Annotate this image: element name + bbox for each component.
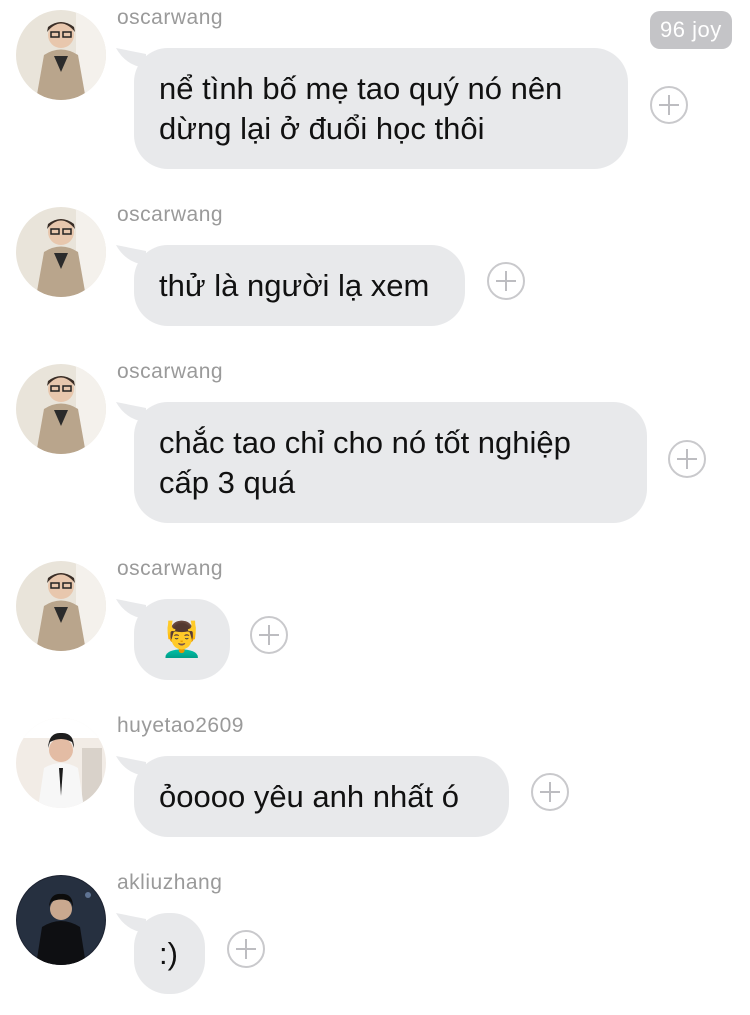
message-bubble[interactable]: chắc tao chỉ cho nó tốt nghiệp cấp 3 quá [134,402,647,523]
avatar[interactable] [16,718,106,808]
username[interactable]: oscarwang [117,6,223,30]
message-text-line: nể tình bố mẹ tao quý nó nên [159,71,563,106]
emoji-massage-icon: 💆‍♂️ [160,621,204,659]
add-reaction-icon[interactable] [487,262,525,300]
add-reaction-icon[interactable] [227,930,265,968]
avatar[interactable] [16,10,106,100]
username[interactable]: oscarwang [117,360,223,384]
huyetao2609-avatar-image [16,718,106,808]
message-text-line: chắc tao chỉ cho nó tốt nghiệp [159,425,571,460]
add-reaction-icon[interactable] [650,86,688,124]
message-bubble[interactable]: 💆‍♂️ [134,599,230,680]
add-reaction-icon[interactable] [250,616,288,654]
username[interactable]: oscarwang [117,557,223,581]
avatar[interactable] [16,364,106,454]
message-text-line: dừng lại ở đuổi học thôi [159,111,485,146]
akliuzhang-avatar-image [16,875,106,965]
message-text: :) [159,936,178,971]
chat-thread: 96 joy oscarwang nể tình bố mẹ tao quý n… [0,0,750,1015]
oscarwang-avatar-image [16,561,106,651]
username[interactable]: huyetao2609 [117,714,244,738]
add-reaction-icon[interactable] [668,440,706,478]
message-bubble[interactable]: :) [134,913,205,994]
username[interactable]: oscarwang [117,203,223,227]
message-text: ỏoooo yêu anh nhất ó [159,779,459,814]
avatar[interactable] [16,561,106,651]
oscarwang-avatar-image [16,364,106,454]
message-bubble[interactable]: nể tình bố mẹ tao quý nó nên dừng lại ở … [134,48,628,169]
avatar[interactable] [16,207,106,297]
avatar[interactable] [16,875,106,965]
reaction-count-badge[interactable]: 96 joy [650,11,732,49]
message-bubble[interactable]: thử là người lạ xem [134,245,465,326]
oscarwang-avatar-image [16,207,106,297]
message-text: thử là người lạ xem [159,268,430,303]
oscarwang-avatar-image [16,10,106,100]
message-bubble[interactable]: ỏoooo yêu anh nhất ó [134,756,509,837]
add-reaction-icon[interactable] [531,773,569,811]
username[interactable]: akliuzhang [117,871,222,895]
message-text-line: cấp 3 quá [159,465,296,500]
